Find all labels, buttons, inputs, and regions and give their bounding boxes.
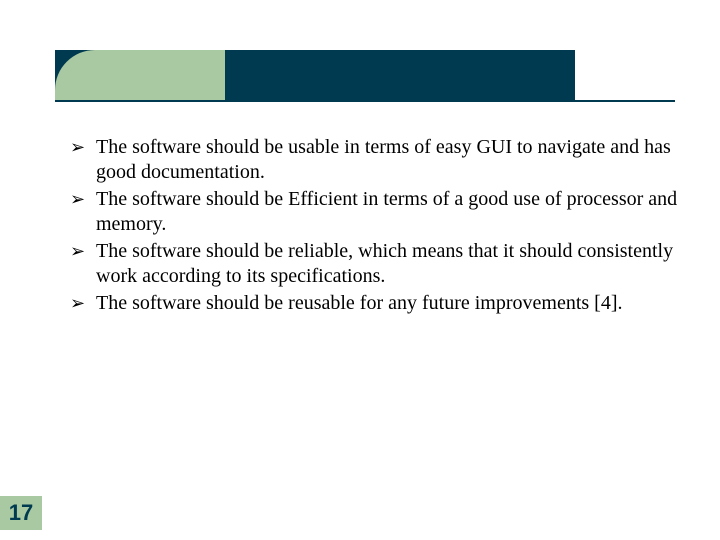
bullet-text: The software should be reliable, which m…	[96, 239, 710, 289]
slide-title: DESIGN	[0, 55, 720, 97]
list-item: ➢ The software should be Efficient in te…	[70, 187, 710, 237]
bullet-arrow-icon: ➢	[70, 187, 96, 237]
bullet-text: The software should be usable in terms o…	[96, 135, 710, 185]
content-area: ➢ The software should be usable in terms…	[70, 135, 710, 318]
bullet-arrow-icon: ➢	[70, 135, 96, 185]
bullet-arrow-icon: ➢	[70, 291, 96, 316]
title-underline	[55, 100, 675, 102]
bullet-text: The software should be reusable for any …	[96, 291, 710, 316]
list-item: ➢ The software should be usable in terms…	[70, 135, 710, 185]
list-item: ➢ The software should be reusable for an…	[70, 291, 710, 316]
page-number: 17	[0, 496, 42, 530]
bullet-text: The software should be Efficient in term…	[96, 187, 710, 237]
bullet-arrow-icon: ➢	[70, 239, 96, 289]
list-item: ➢ The software should be reliable, which…	[70, 239, 710, 289]
